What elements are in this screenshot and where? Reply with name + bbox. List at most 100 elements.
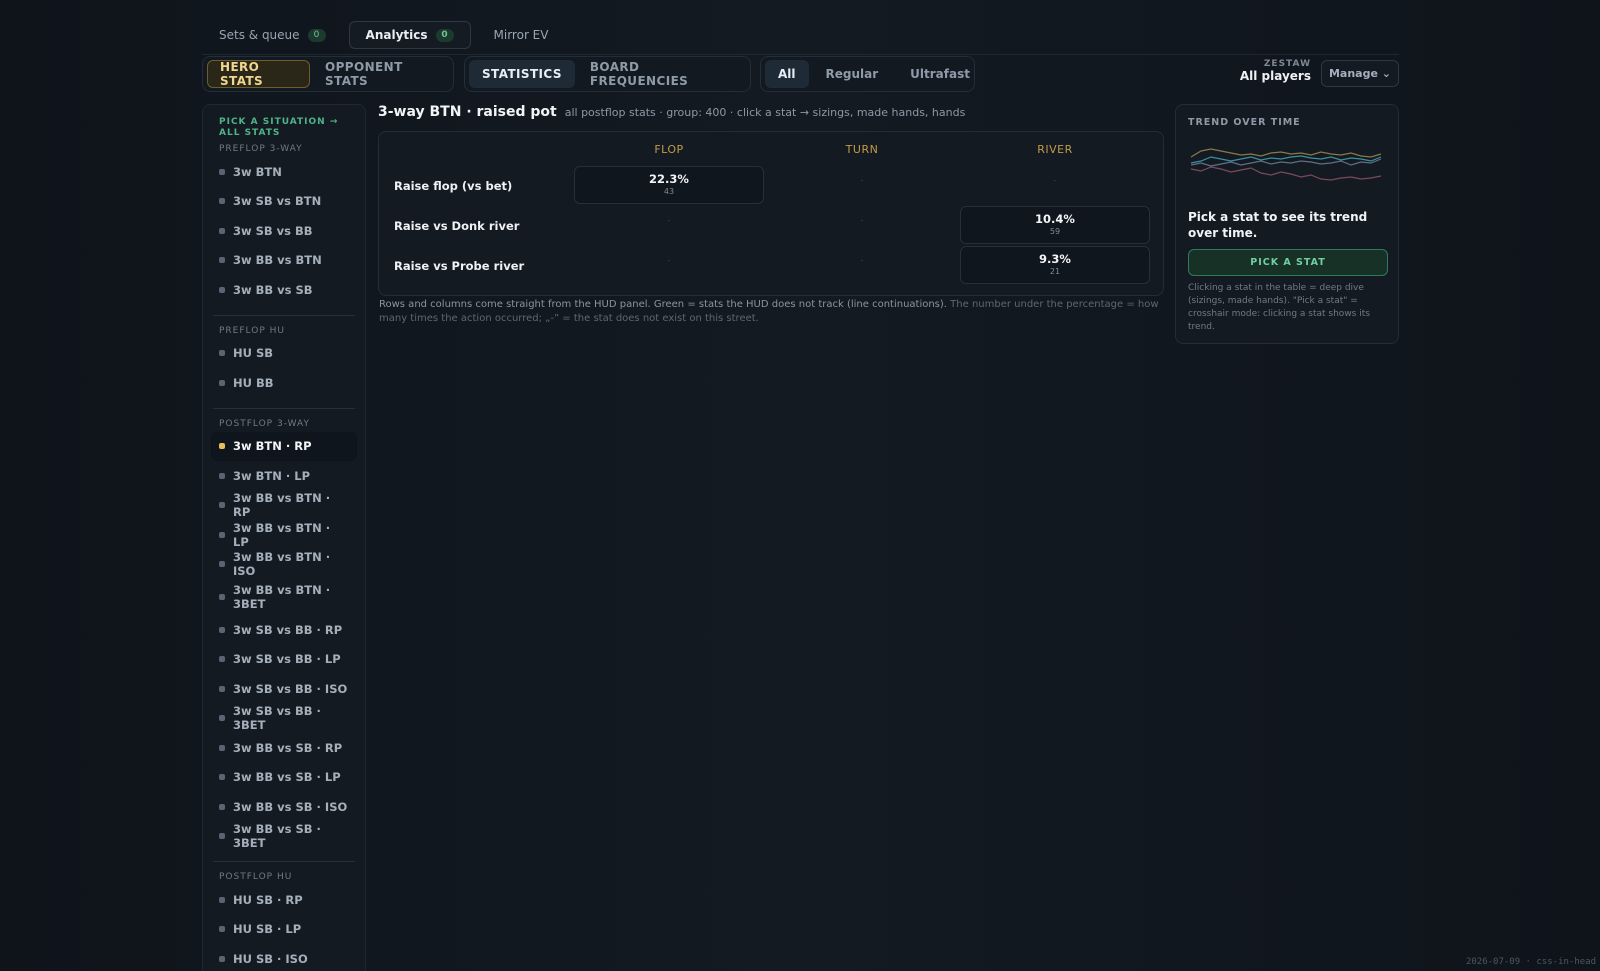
trend-help-text: Clicking a stat in the table = deep dive…	[1188, 283, 1370, 332]
bullet-icon	[219, 350, 225, 357]
tab-label: Sets & queue	[219, 28, 300, 42]
empty-cell: -	[1053, 176, 1057, 185]
bullet-icon	[219, 926, 225, 933]
filter-regular[interactable]: Regular	[811, 60, 894, 88]
sidebar-item-3w-bb-vs-sb-iso[interactable]: 3w BB vs SB · ISO	[211, 792, 357, 822]
sparkline-series	[1190, 166, 1382, 181]
page-subtitle: all postflop stats · group: 400 · click …	[564, 106, 966, 119]
column-header-river: RIVER	[1037, 143, 1073, 156]
bullet-icon	[219, 168, 225, 175]
sidebar-item-3w-bb-vs-btn[interactable]: 3w BB vs BTN	[211, 246, 357, 276]
sidebar-item-label: HU SB · ISO	[233, 951, 308, 966]
sidebar-item-3w-bb-vs-btn-lp[interactable]: 3w BB vs BTN · LP	[211, 520, 357, 550]
sidebar-item-label: HU SB · LP	[233, 922, 302, 937]
stat-cell[interactable]: 9.3% 21	[960, 246, 1150, 284]
sidebar-divider	[213, 314, 355, 316]
bullet-icon	[219, 561, 225, 568]
sidebar-item-3w-btn-lp[interactable]: 3w BTN · LP	[211, 461, 357, 491]
player-set-label: ZESTAW	[1263, 59, 1311, 69]
hero-stats-button[interactable]: HERO STATS	[207, 60, 310, 88]
empty-cell: -	[860, 256, 864, 265]
row-label: Raise flop (vs bet)	[394, 179, 513, 193]
player-set-value: All players	[1239, 69, 1311, 83]
speed-filter: All Regular Ultrafast	[760, 56, 975, 92]
sidebar-item-hu-sb-iso[interactable]: HU SB · ISO	[211, 944, 357, 971]
sidebar-item-label: 3w BB vs SB	[233, 282, 313, 297]
sidebar-item-label: 3w SB vs BB · RP	[233, 622, 343, 637]
stat-percent: 22.3%	[649, 172, 689, 186]
bullet-icon	[219, 531, 225, 538]
sidebar-item-3w-sb-vs-bb-3bet[interactable]: 3w SB vs BB · 3BET	[211, 704, 357, 734]
divider	[202, 54, 1399, 55]
trend-panel: TREND OVER TIME Pick a stat to see its t…	[1175, 104, 1399, 344]
stat-percent: 9.3%	[1039, 252, 1071, 266]
build-stamp: 2026-07-09 · css-in-head	[1465, 957, 1596, 967]
trend-title: TREND OVER TIME	[1188, 117, 1301, 128]
bullet-icon	[219, 443, 225, 450]
sidebar-item-3w-sb-vs-bb-lp[interactable]: 3w SB vs BB · LP	[211, 645, 357, 675]
stat-cell[interactable]: 22.3% 43	[574, 166, 764, 204]
sidebar-item-hu-sb[interactable]: HU SB	[211, 339, 357, 369]
situation-sidebar: PICK A SITUATION → ALL STATS PREFLOP 3-W…	[202, 104, 366, 971]
sidebar-item-3w-sb-vs-bb-iso[interactable]: 3w SB vs BB · ISO	[211, 674, 357, 704]
sidebar-item-hu-sb-lp[interactable]: HU SB · LP	[211, 915, 357, 945]
sidebar-item-3w-bb-vs-sb-lp[interactable]: 3w BB vs SB · LP	[211, 763, 357, 793]
sidebar-item-3w-bb-vs-btn-rp[interactable]: 3w BB vs BTN · RP	[211, 491, 357, 521]
sidebar-item-3w-bb-vs-sb[interactable]: 3w BB vs SB	[211, 275, 357, 305]
sidebar-item-3w-bb-vs-btn-iso[interactable]: 3w BB vs BTN · ISO	[211, 550, 357, 580]
sidebar-item-3w-sb-vs-btn[interactable]: 3w SB vs BTN	[211, 187, 357, 217]
sidebar-divider	[213, 407, 355, 409]
bullet-icon	[219, 227, 225, 234]
bullet-icon	[219, 379, 225, 386]
sidebar-item-3w-btn-rp[interactable]: 3w BTN · RP	[211, 431, 357, 461]
sidebar-item-label: 3w BB vs BTN	[233, 253, 322, 268]
tab-analytics[interactable]: Analytics 0	[348, 21, 471, 49]
sidebar-item-3w-btn[interactable]: 3w BTN	[211, 157, 357, 187]
stat-count: 43	[663, 187, 675, 196]
sidebar-section-title: POSTFLOP HU	[219, 872, 293, 882]
tab-mirror-ev[interactable]: Mirror EV	[477, 21, 566, 49]
bullet-icon	[219, 594, 225, 600]
bullet-icon	[219, 896, 225, 903]
sidebar-item-hu-sb-rp[interactable]: HU SB · RP	[211, 885, 357, 915]
opponent-stats-button[interactable]: OPPONENT STATS	[312, 60, 449, 88]
sidebar-item-3w-bb-vs-btn-3bet[interactable]: 3w BB vs BTN · 3BET	[211, 579, 357, 615]
sidebar-item-3w-sb-vs-bb-rp[interactable]: 3w SB vs BB · RP	[211, 615, 357, 645]
page-title: 3-way BTN · raised pot	[378, 104, 557, 120]
statistics-button[interactable]: STATISTICS	[469, 60, 575, 88]
stat-cell[interactable]: 10.4% 59	[960, 206, 1150, 244]
sidebar-item-hu-bb[interactable]: HU BB	[211, 368, 357, 398]
sidebar-divider	[213, 861, 355, 862]
trend-sparkline	[1190, 148, 1382, 181]
sidebar-item-3w-bb-vs-sb-3bet[interactable]: 3w BB vs SB · 3BET	[211, 822, 357, 852]
empty-cell: -	[860, 176, 864, 185]
sidebar-item-3w-sb-vs-bb[interactable]: 3w SB vs BB	[211, 216, 357, 246]
tab-label: Analytics	[365, 28, 428, 42]
empty-cell: -	[667, 216, 671, 225]
sidebar-item-label: 3w BB vs SB · 3BET	[233, 822, 321, 851]
manage-button[interactable]: Manage ⌄	[1321, 60, 1399, 87]
sidebar-item-3w-bb-vs-sb-rp[interactable]: 3w BB vs SB · RP	[211, 733, 357, 763]
stat-count: 21	[1049, 267, 1061, 276]
board-frequencies-button[interactable]: BOARD FREQUENCIES	[577, 60, 746, 88]
tab-sets-queue[interactable]: Sets & queue 0	[202, 21, 343, 49]
filter-all[interactable]: All	[765, 60, 809, 88]
pick-stat-button[interactable]: PICK A STAT	[1188, 249, 1388, 276]
column-header-turn: TURN	[845, 143, 879, 156]
sidebar-item-label: HU BB	[233, 375, 274, 390]
sidebar-item-label: 3w BTN · RP	[233, 439, 312, 454]
bullet-icon	[219, 502, 225, 509]
filter-ultrafast[interactable]: Ultrafast	[895, 60, 985, 88]
count-badge: 0	[307, 28, 326, 42]
main-header: 3-way BTN · raised pot all postflop stat…	[378, 104, 965, 120]
sidebar-item-label: HU SB	[233, 346, 274, 361]
player-set: ZESTAW All players	[1240, 59, 1311, 83]
sidebar-item-label: 3w BTN	[233, 164, 282, 179]
bullet-icon	[219, 715, 225, 722]
sidebar-item-label: 3w BB vs BTN · RP	[233, 491, 331, 520]
sidebar-hint: PICK A SITUATION → ALL STATS	[219, 117, 339, 138]
sparkline-series	[1190, 148, 1382, 158]
bullet-icon	[219, 198, 225, 205]
table-legend-note: Rows and columns come straight from the …	[379, 298, 1161, 325]
stats-table: FLOP TURN RIVER Raise flop (vs bet) 22.3…	[378, 131, 1164, 296]
